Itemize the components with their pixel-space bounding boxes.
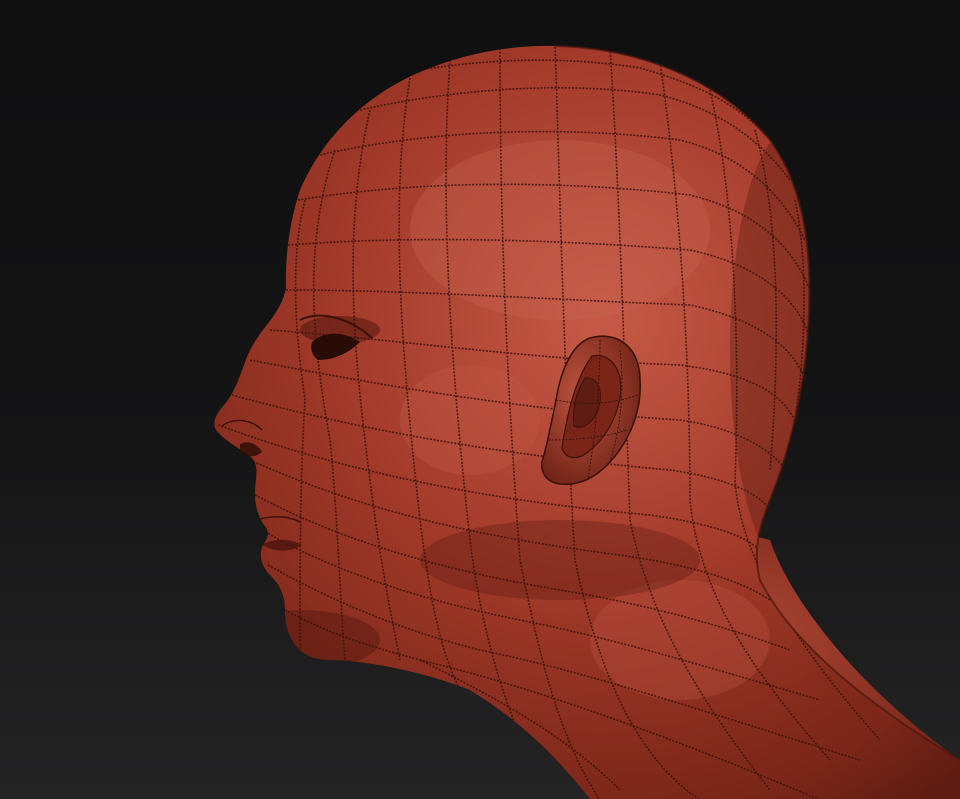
render-viewport[interactable] [0,0,960,799]
head-model [214,45,960,799]
